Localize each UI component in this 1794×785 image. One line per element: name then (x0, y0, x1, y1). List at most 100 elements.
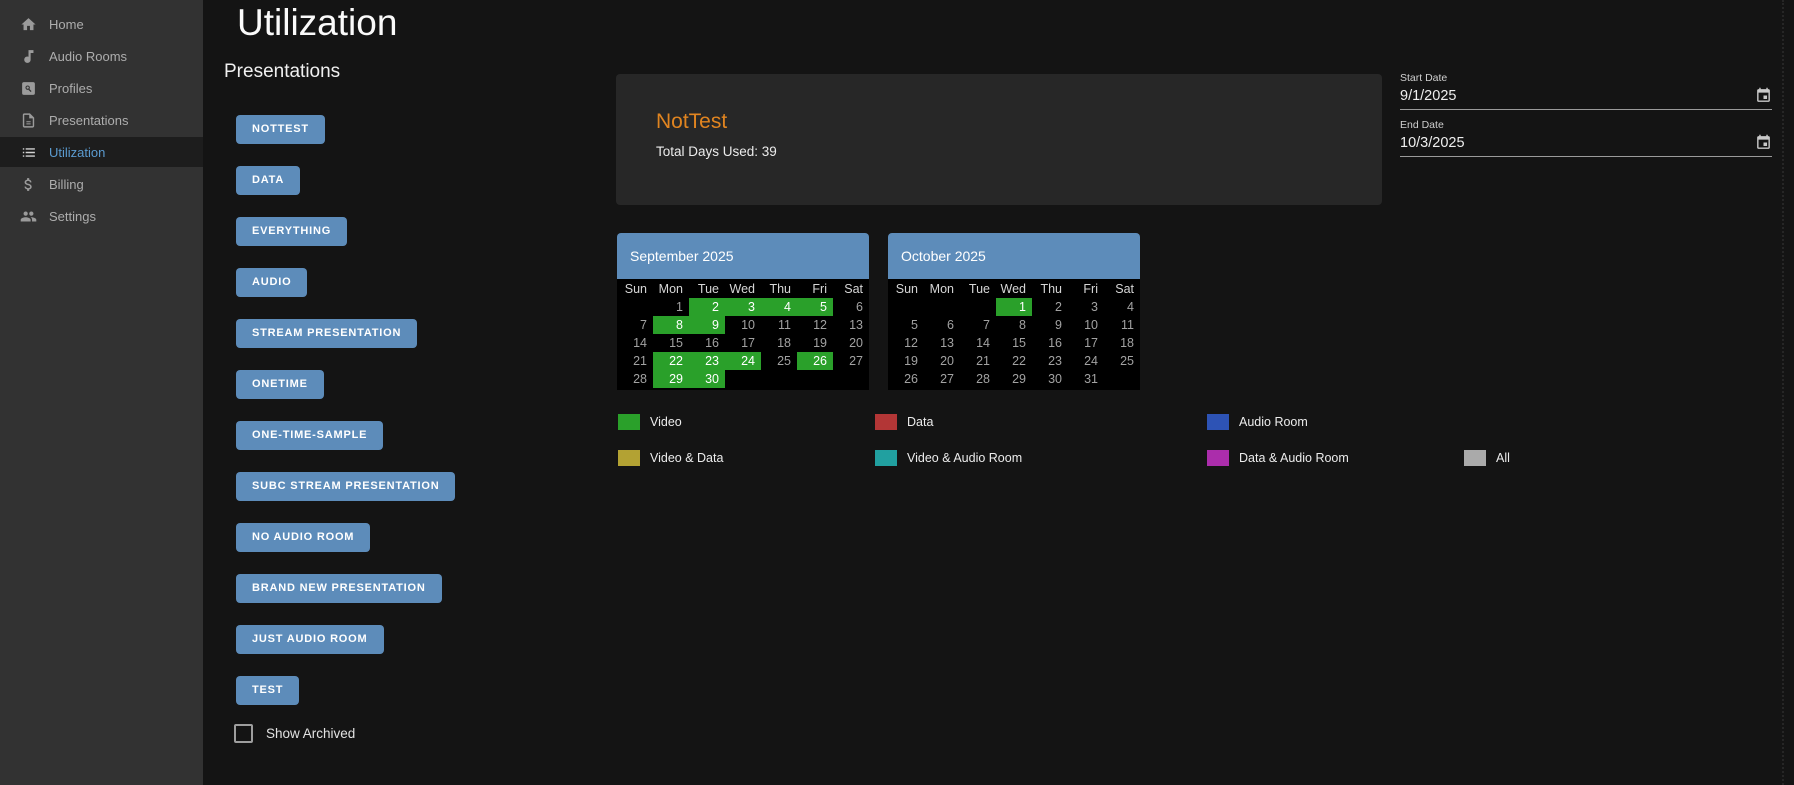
legend-item-video-data: Video & Data (618, 450, 723, 466)
day-cell: 21 (617, 352, 653, 370)
day-cell: 1 (996, 298, 1032, 316)
day-cell: 25 (761, 352, 797, 370)
day-cell: 15 (653, 334, 689, 352)
day-cell: 10 (725, 316, 761, 334)
home-icon (20, 16, 37, 33)
calendar-title: October 2025 (888, 233, 1140, 279)
day-of-week-header: Sun (888, 280, 924, 298)
sidebar-item-profiles[interactable]: Profiles (0, 73, 203, 103)
day-cell: 1 (653, 298, 689, 316)
calendar-grid: SunMonTueWedThuFriSat1234567891011121314… (888, 279, 1140, 390)
day-cell: 13 (924, 334, 960, 352)
presentation-button-brand-new-presentation[interactable]: BRAND NEW PRESENTATION (236, 574, 442, 603)
utilization-page: Home Audio Rooms Profiles Presentations Util… (0, 0, 1794, 785)
legend-item-data-audio-room: Data & Audio Room (1207, 450, 1349, 466)
sidebar-item-presentations[interactable]: Presentations (0, 105, 203, 135)
day-cell: 9 (689, 316, 725, 334)
day-cell: 12 (797, 316, 833, 334)
show-archived-checkbox[interactable] (234, 724, 253, 743)
sidebar-item-label: Audio Rooms (49, 49, 127, 64)
sidebar-item-billing[interactable]: Billing (0, 169, 203, 199)
sidebar-item-audio-rooms[interactable]: Audio Rooms (0, 41, 203, 71)
end-date-field[interactable]: End Date 10/3/2025 (1400, 119, 1772, 157)
legend-item-video: Video (618, 414, 682, 430)
legend-swatch (618, 414, 640, 430)
calendar-picker-icon[interactable] (1755, 134, 1772, 151)
people-icon (20, 208, 37, 225)
day-cell: 20 (833, 334, 869, 352)
day-of-week-header: Wed (725, 280, 761, 298)
day-cell: 22 (996, 352, 1032, 370)
presentation-button-just-audio-room[interactable]: JUST AUDIO ROOM (236, 625, 384, 654)
day-cell: 29 (653, 370, 689, 388)
presentation-button-data[interactable]: DATA (236, 166, 300, 195)
day-cell: 8 (653, 316, 689, 334)
calendar-title: September 2025 (617, 233, 869, 279)
vertical-scrollbar[interactable] (1782, 0, 1794, 785)
empty-day-cell (617, 298, 653, 316)
legend-swatch (1207, 450, 1229, 466)
legend-swatch (875, 414, 897, 430)
day-cell: 28 (617, 370, 653, 388)
day-cell: 2 (689, 298, 725, 316)
day-of-week-header: Fri (1068, 280, 1104, 298)
legend-item-audio-room: Audio Room (1207, 414, 1308, 430)
list-icon (20, 144, 37, 161)
legend-label: Video (650, 415, 682, 429)
day-cell: 10 (1068, 316, 1104, 334)
calendar-september-2025: September 2025SunMonTueWedThuFriSat12345… (617, 233, 869, 390)
empty-day-cell (924, 298, 960, 316)
day-cell: 24 (725, 352, 761, 370)
presentation-button-nottest[interactable]: NOTTEST (236, 115, 325, 144)
day-cell: 3 (1068, 298, 1104, 316)
day-cell: 22 (653, 352, 689, 370)
search-box-icon (20, 80, 37, 97)
document-icon (20, 112, 37, 129)
day-cell: 4 (761, 298, 797, 316)
presentation-button-onetime[interactable]: ONETIME (236, 370, 324, 399)
presentation-button-no-audio-room[interactable]: NO AUDIO ROOM (236, 523, 370, 552)
start-date-field[interactable]: Start Date 9/1/2025 (1400, 72, 1772, 110)
day-cell: 26 (797, 352, 833, 370)
legend-swatch (875, 450, 897, 466)
presentation-button-subc-stream-presentation[interactable]: SUBC STREAM PRESENTATION (236, 472, 455, 501)
start-date-label: Start Date (1400, 72, 1772, 84)
legend-swatch (1207, 414, 1229, 430)
end-date-label: End Date (1400, 119, 1772, 131)
day-of-week-header: Thu (1032, 280, 1068, 298)
legend-label: Video & Audio Room (907, 451, 1022, 465)
sidebar-nav: Home Audio Rooms Profiles Presentations Util… (0, 0, 203, 785)
day-cell: 2 (1032, 298, 1068, 316)
calendar-picker-icon[interactable] (1755, 87, 1772, 104)
presentation-button-one-time-sample[interactable]: ONE-TIME-SAMPLE (236, 421, 383, 450)
calendar-grid: SunMonTueWedThuFriSat1234567891011121314… (617, 279, 869, 390)
day-cell: 16 (1032, 334, 1068, 352)
day-cell: 25 (1104, 352, 1140, 370)
presentation-button-test[interactable]: TEST (236, 676, 299, 705)
sidebar-item-label: Presentations (49, 113, 129, 128)
legend-swatch (618, 450, 640, 466)
sidebar-item-home[interactable]: Home (0, 9, 203, 39)
sidebar-item-utilization[interactable]: Utilization (0, 137, 203, 167)
day-cell: 13 (833, 316, 869, 334)
empty-day-cell (761, 370, 797, 388)
sidebar-item-label: Utilization (49, 145, 105, 160)
day-cell: 6 (924, 316, 960, 334)
presentation-button-audio[interactable]: AUDIO (236, 268, 307, 297)
day-cell: 27 (924, 370, 960, 388)
show-archived-label: Show Archived (266, 726, 355, 741)
sidebar-item-label: Profiles (49, 81, 92, 96)
day-cell: 30 (1032, 370, 1068, 388)
day-cell: 5 (797, 298, 833, 316)
day-cell: 18 (1104, 334, 1140, 352)
day-cell: 21 (960, 352, 996, 370)
presentation-button-everything[interactable]: EVERYTHING (236, 217, 347, 246)
presentation-button-stream-presentation[interactable]: STREAM PRESENTATION (236, 319, 417, 348)
day-cell: 17 (725, 334, 761, 352)
day-of-week-header: Mon (924, 280, 960, 298)
day-cell: 26 (888, 370, 924, 388)
end-date-input[interactable]: 10/3/2025 (1400, 135, 1465, 151)
presentation-name: NotTest (656, 110, 727, 134)
start-date-input[interactable]: 9/1/2025 (1400, 88, 1456, 104)
sidebar-item-settings[interactable]: Settings (0, 201, 203, 231)
